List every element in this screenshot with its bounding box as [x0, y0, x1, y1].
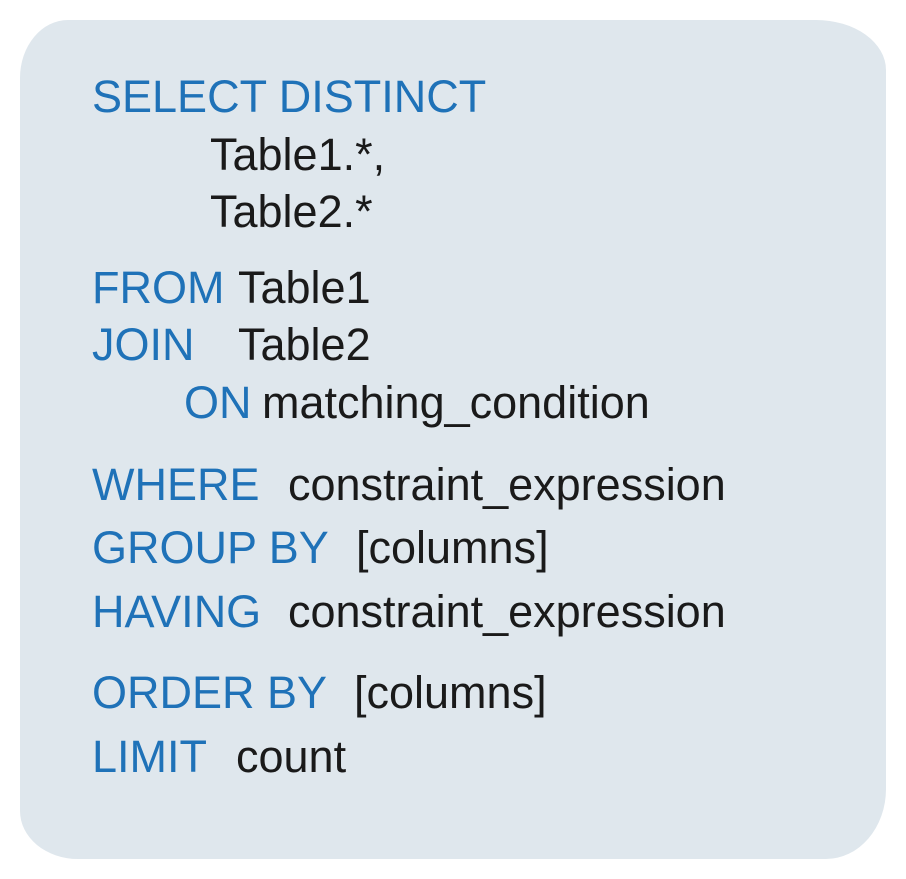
select-line: SELECT DISTINCT: [92, 68, 856, 126]
having-line: HAVING constraint_expression: [92, 583, 856, 641]
groupby-value: [columns]: [356, 519, 549, 577]
orderby-line: ORDER BY [columns]: [92, 664, 856, 722]
join-line: JOIN Table2: [92, 316, 856, 374]
orderby-keyword: ORDER BY: [92, 664, 354, 722]
on-keyword: ON: [184, 374, 262, 432]
limit-line: LIMIT count: [92, 728, 856, 786]
groupby-keyword: GROUP BY: [92, 519, 356, 577]
having-value: constraint_expression: [288, 583, 726, 641]
on-value: matching_condition: [262, 374, 650, 432]
from-line: FROM Table1: [92, 259, 856, 317]
select-col-2-text: Table2.*: [210, 183, 373, 241]
having-keyword: HAVING: [92, 583, 288, 641]
groupby-line: GROUP BY [columns]: [92, 519, 856, 577]
orderby-value: [columns]: [354, 664, 547, 722]
from-value: Table1: [238, 259, 371, 317]
on-line: ON matching_condition: [92, 374, 856, 432]
sql-skeleton-card: SELECT DISTINCT Table1.*, Table2.* FROM …: [20, 20, 886, 859]
from-keyword: FROM: [92, 259, 238, 317]
select-col-2: Table2.*: [92, 183, 856, 241]
where-keyword: WHERE: [92, 456, 288, 514]
where-value: constraint_expression: [288, 456, 726, 514]
select-col-1: Table1.*,: [92, 126, 856, 184]
limit-keyword: LIMIT: [92, 728, 236, 786]
select-col-1-text: Table1.*,: [210, 126, 385, 184]
limit-value: count: [236, 728, 346, 786]
join-value: Table2: [238, 316, 371, 374]
where-line: WHERE constraint_expression: [92, 456, 856, 514]
join-keyword: JOIN: [92, 316, 238, 374]
select-keyword: SELECT DISTINCT: [92, 68, 486, 126]
